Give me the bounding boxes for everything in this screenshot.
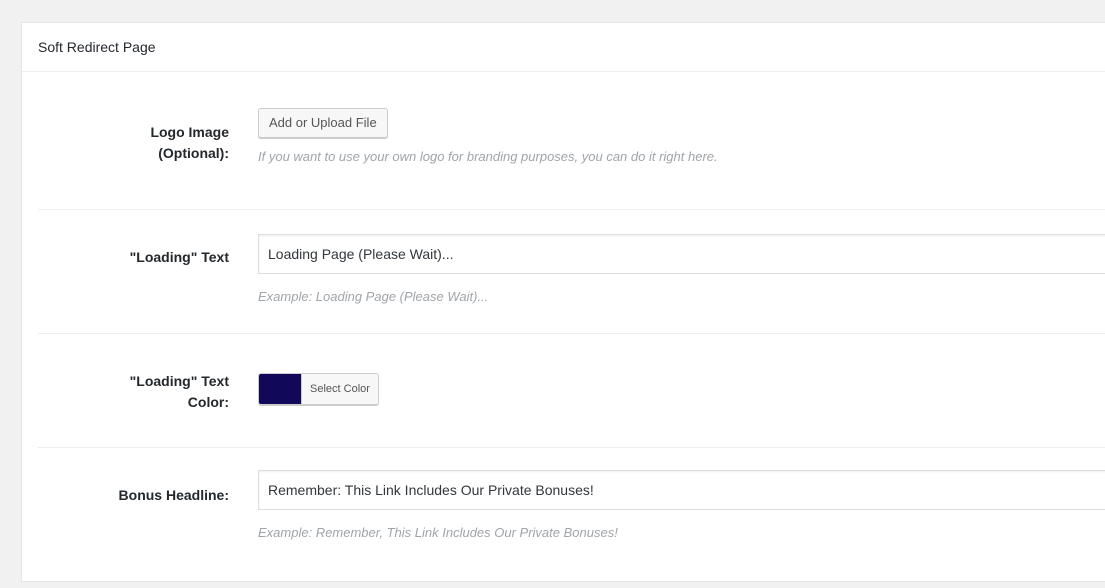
bonus-headline-label: Bonus Headline:	[118, 487, 229, 503]
logo-image-label-line2: (Optional):	[158, 145, 229, 161]
logo-image-description: If you want to use your own logo for bra…	[258, 149, 718, 164]
bonus-headline-input[interactable]	[258, 470, 1105, 510]
loading-text-example: Example: Loading Page (Please Wait)...	[258, 289, 489, 304]
select-color-label[interactable]: Select Color	[301, 374, 378, 404]
loading-text-color-row: "Loading" Text Color: Select Color	[38, 334, 1105, 448]
loading-text-color-label-line2: Color:	[187, 394, 229, 410]
add-upload-file-button[interactable]: Add or Upload File	[258, 108, 388, 138]
loading-text-input[interactable]	[258, 234, 1105, 274]
bonus-headline-example: Example: Remember, This Link Includes Ou…	[258, 525, 618, 540]
logo-image-label: Logo Image (Optional):	[38, 122, 229, 164]
loading-text-label: "Loading" Text	[129, 249, 229, 265]
color-swatch[interactable]	[259, 374, 301, 404]
section-title: Soft Redirect Page	[38, 39, 156, 55]
logo-image-row: Logo Image (Optional): Add or Upload Fil…	[38, 72, 1105, 210]
bonus-headline-row: Bonus Headline: Example: Remember, This …	[38, 448, 1105, 588]
loading-text-color-label-line1: "Loading" Text	[129, 373, 229, 389]
loading-text-color-field: Select Color	[258, 373, 1105, 409]
bonus-headline-field: Example: Remember, This Link Includes Ou…	[258, 470, 1105, 543]
loading-text-color-label: "Loading" Text Color:	[38, 371, 229, 413]
color-picker-button[interactable]: Select Color	[258, 373, 379, 405]
logo-image-label-line1: Logo Image	[150, 124, 229, 140]
loading-text-row: "Loading" Text Example: Loading Page (Pl…	[38, 210, 1105, 334]
logo-image-field: Add or Upload File If you want to use yo…	[258, 108, 1105, 167]
loading-text-field: Example: Loading Page (Please Wait)...	[258, 234, 1105, 307]
settings-panel: Soft Redirect Page Logo Image (Optional)…	[21, 22, 1105, 582]
panel-header: Soft Redirect Page	[22, 23, 1105, 72]
